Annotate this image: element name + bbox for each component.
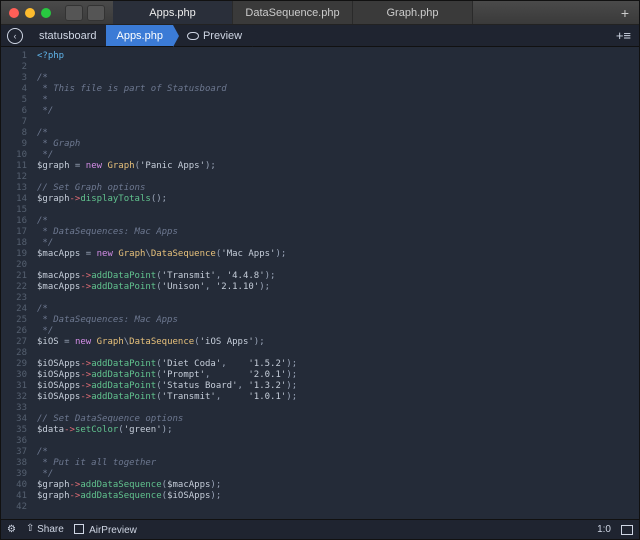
code-line[interactable]: */ — [37, 238, 639, 249]
line-number-gutter: 1234567891011121314151617181920212223242… — [1, 47, 33, 519]
code-line[interactable]: * Graph — [37, 139, 639, 150]
code-line[interactable]: $iOSApps->addDataPoint('Transmit', '1.0.… — [37, 392, 639, 403]
minimize-window-button[interactable] — [25, 8, 35, 18]
breadcrumb-file[interactable]: Apps.php — [106, 25, 172, 46]
panel-toggle-icon[interactable] — [87, 5, 105, 21]
code-line[interactable]: /* — [37, 216, 639, 227]
tab-apps-php[interactable]: Apps.php — [113, 1, 233, 24]
code-line[interactable]: /* — [37, 73, 639, 84]
code-line[interactable] — [37, 260, 639, 271]
code-line[interactable]: /* — [37, 304, 639, 315]
code-line[interactable]: // Set DataSequence options — [37, 414, 639, 425]
code-line[interactable]: * DataSequences: Mac Apps — [37, 315, 639, 326]
new-tab-button[interactable]: + — [611, 5, 639, 21]
breadcrumb-project-label: statusboard — [39, 30, 96, 42]
code-line[interactable] — [37, 117, 639, 128]
code-line[interactable]: $iOSApps->addDataPoint('Status Board', '… — [37, 381, 639, 392]
airpreview-button[interactable]: AirPreview — [74, 524, 137, 536]
code-line[interactable] — [37, 205, 639, 216]
code-line[interactable] — [37, 502, 639, 513]
tab-strip: Apps.phpDataSequence.phpGraph.php — [113, 1, 611, 24]
code-line[interactable]: $iOSApps->addDataPoint('Diet Coda', '1.5… — [37, 359, 639, 370]
tab-datasequence-php[interactable]: DataSequence.php — [233, 1, 353, 24]
code-line[interactable]: /* — [37, 128, 639, 139]
code-line[interactable]: $macApps->addDataPoint('Unison', '2.1.10… — [37, 282, 639, 293]
navigate-back-icon[interactable]: ‹ — [7, 28, 23, 44]
code-line[interactable]: * — [37, 95, 639, 106]
gear-icon[interactable] — [7, 524, 16, 535]
code-line[interactable]: */ — [37, 106, 639, 117]
code-line[interactable]: $macApps->addDataPoint('Transmit', '4.4.… — [37, 271, 639, 282]
breadcrumb-file-label: Apps.php — [116, 30, 162, 42]
breadcrumb-project[interactable]: statusboard — [29, 25, 106, 46]
code-line[interactable] — [37, 62, 639, 73]
airpreview-icon — [74, 524, 84, 534]
titlebar: Apps.phpDataSequence.phpGraph.php + — [1, 1, 639, 25]
breadcrumb-preview[interactable]: Preview — [173, 25, 252, 46]
window-controls — [1, 8, 59, 18]
code-line[interactable]: $graph->addDataSequence($macApps); — [37, 480, 639, 491]
code-line[interactable]: */ — [37, 150, 639, 161]
code-line[interactable]: $iOS = new Graph\DataSequence('iOS Apps'… — [37, 337, 639, 348]
zoom-window-button[interactable] — [41, 8, 51, 18]
code-line[interactable]: $data->setColor('green'); — [37, 425, 639, 436]
code-line[interactable]: /* — [37, 447, 639, 458]
cursor-position: 1:0 — [597, 524, 611, 535]
code-line[interactable] — [37, 293, 639, 304]
code-line[interactable]: * DataSequences: Mac Apps — [37, 227, 639, 238]
code-line[interactable]: $graph->displayTotals(); — [37, 194, 639, 205]
code-line[interactable] — [37, 403, 639, 414]
toolbar-view-buttons — [65, 5, 105, 21]
code-area[interactable]: <?php /* * This file is part of Statusboa… — [33, 47, 639, 519]
pathbar-add-button[interactable]: +≡ — [608, 28, 639, 43]
share-label: Share — [37, 524, 64, 535]
breadcrumb-preview-label: Preview — [203, 30, 242, 42]
tab-graph-php[interactable]: Graph.php — [353, 1, 473, 24]
code-line[interactable]: * This file is part of Statusboard — [37, 84, 639, 95]
code-editor[interactable]: 1234567891011121314151617181920212223242… — [1, 47, 639, 519]
code-line[interactable]: $iOSApps->addDataPoint('Prompt', '2.0.1'… — [37, 370, 639, 381]
code-line[interactable]: // Set Graph options — [37, 183, 639, 194]
code-line[interactable]: $macApps = new Graph\DataSequence('Mac A… — [37, 249, 639, 260]
code-line[interactable]: $graph->addDataSequence($iOSApps); — [37, 491, 639, 502]
close-window-button[interactable] — [9, 8, 19, 18]
status-bar: Share AirPreview 1:0 — [1, 519, 639, 539]
code-line[interactable]: * Put it all together — [37, 458, 639, 469]
code-line[interactable]: */ — [37, 469, 639, 480]
share-icon — [26, 524, 34, 535]
code-line[interactable] — [37, 348, 639, 359]
eye-icon — [187, 32, 199, 40]
airpreview-label: AirPreview — [89, 525, 137, 536]
code-line[interactable]: */ — [37, 326, 639, 337]
code-line[interactable]: <?php — [37, 51, 639, 62]
wrap-toggle-icon[interactable] — [621, 525, 633, 535]
share-button[interactable]: Share — [26, 524, 64, 535]
code-line[interactable]: $graph = new Graph('Panic Apps'); — [37, 161, 639, 172]
sidebar-toggle-icon[interactable] — [65, 5, 83, 21]
editor-window: Apps.phpDataSequence.phpGraph.php + ‹ st… — [0, 0, 640, 540]
path-bar: ‹ statusboard Apps.php Preview +≡ — [1, 25, 639, 47]
code-line[interactable] — [37, 436, 639, 447]
code-line[interactable] — [37, 172, 639, 183]
